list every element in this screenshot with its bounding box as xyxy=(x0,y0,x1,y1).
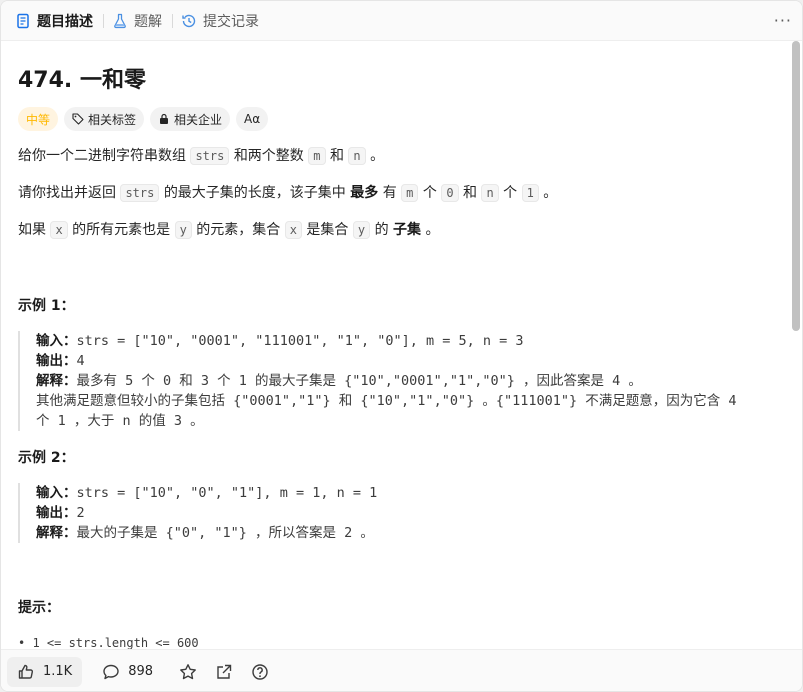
related-tags-button[interactable]: 相关标签 xyxy=(64,107,145,131)
hint-item: • 1 <= strs.length <= 600 xyxy=(18,636,199,649)
comment-icon xyxy=(103,664,119,679)
help-button[interactable] xyxy=(251,663,269,681)
action-bar: 1.1K 898 xyxy=(1,649,802,691)
tag-row: 中等 相关标签 相关企业 Aα xyxy=(18,107,774,131)
share-icon xyxy=(217,664,232,679)
description-paragraph: 给你一个二进制字符串数组 strs 和两个整数 m 和 n 。 xyxy=(18,147,385,165)
like-count: 1.1K xyxy=(43,664,73,679)
related-tags-label: 相关标签 xyxy=(88,112,137,127)
font-size-button[interactable]: Aα xyxy=(236,107,269,131)
comment-button[interactable]: 898 xyxy=(102,663,153,681)
description-paragraph: 如果 x 的所有元素也是 y 的元素，集合 x 是集合 y 的 子集 。 xyxy=(18,221,440,239)
example-block: 输入：strs = ["10", "0", "1"], m = 1, n = 1… xyxy=(18,483,774,543)
tab-bar: 题目描述 题解 提交记录 ··· xyxy=(1,1,802,41)
document-icon xyxy=(17,13,29,28)
scrollbar[interactable] xyxy=(792,41,800,331)
tab-divider xyxy=(103,13,104,28)
tab-solutions[interactable]: 题解 xyxy=(112,1,172,41)
problem-content: 474. 一和零 中等 相关标签 相关企业 Aα 给你一个二进制字符串数组 st… xyxy=(1,41,791,649)
share-button[interactable] xyxy=(215,663,233,681)
font-size-icon: Aα xyxy=(244,112,261,126)
description-paragraph: 请你找出并返回 strs 的最大子集的长度，该子集中 最多 有 m 个 0 和 … xyxy=(18,184,558,202)
thumbs-up-icon xyxy=(18,664,34,679)
favorite-button[interactable] xyxy=(179,663,197,681)
tab-divider xyxy=(172,13,173,28)
problem-title: 474. 一和零 xyxy=(18,68,146,93)
flask-icon xyxy=(114,13,126,28)
tab-submissions[interactable]: 提交记录 xyxy=(181,1,269,41)
like-button[interactable]: 1.1K xyxy=(7,656,83,687)
more-options-button[interactable]: ··· xyxy=(774,11,792,30)
tab-label: 提交记录 xyxy=(203,13,259,30)
star-icon xyxy=(180,663,196,679)
comment-count: 898 xyxy=(128,664,154,679)
tab-description[interactable]: 题目描述 xyxy=(15,1,103,41)
tab-label: 题解 xyxy=(134,13,162,30)
history-icon xyxy=(182,14,196,27)
tab-label: 题目描述 xyxy=(37,13,93,30)
related-companies-label: 相关企业 xyxy=(174,112,223,127)
tag-icon xyxy=(72,113,84,125)
example-heading: 示例 1： xyxy=(18,298,75,314)
lock-icon xyxy=(160,113,169,124)
related-companies-button[interactable]: 相关企业 xyxy=(150,107,231,131)
difficulty-badge[interactable]: 中等 xyxy=(18,107,59,131)
hints-heading: 提示： xyxy=(18,600,60,616)
problem-panel: 题目描述 题解 提交记录 ··· 474. 一和零 中等 相关标签 相关企业 A… xyxy=(0,0,803,692)
question-icon xyxy=(252,663,268,680)
example-block: 输入：strs = ["10", "0001", "111001", "1", … xyxy=(18,331,774,431)
example-heading: 示例 2： xyxy=(18,450,75,466)
difficulty-label: 中等 xyxy=(26,112,51,127)
